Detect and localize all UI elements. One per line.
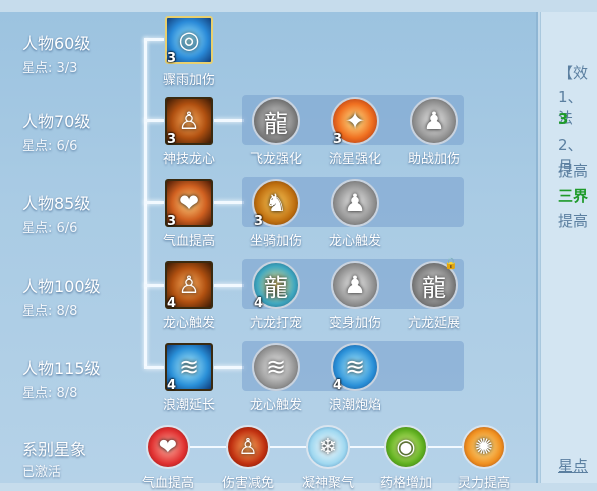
skill-count: 4 [167,296,177,311]
series-connector [268,446,308,448]
tier-level-70: 人物70级 [22,112,91,131]
star-footer: 星点 [558,457,589,475]
tier-level-85: 人物85级 [22,194,91,213]
skill-count: 3 [167,132,177,147]
connector-r2-b [214,119,244,122]
skill-slot[interactable]: ♙ 3 [165,97,213,147]
series-item-name: 灵力提高 [457,476,510,491]
effect-value: 三界 [558,187,589,205]
skill-name: 流星强化 [328,152,381,167]
connector-r4 [144,284,164,287]
tier-stars-100: 星点: 8/8 [22,304,78,319]
series-status: 已激活 [22,465,62,480]
skill-name: 浪潮延长 [162,398,215,413]
series-connector [188,446,228,448]
skill-name: 变身加伤 [328,316,381,331]
skill-name: 神技龙心 [162,152,215,167]
series-item-name: 气血提高 [141,476,194,491]
skill-slot[interactable]: ≋ [252,343,300,391]
skill-count: 3 [167,214,177,229]
skill-slot[interactable]: ♞ 3 [252,179,300,229]
figure-icon: ♟ [410,97,458,145]
effect-value: 3 [558,110,569,128]
effect-header: 【效 [558,64,589,82]
connector-r4-b [214,284,244,287]
tier-level-100: 人物100级 [22,277,101,296]
skill-slot[interactable]: ♟ [331,179,379,227]
effect-line: 提高 [558,162,589,180]
effect-line: 提高 [558,212,589,230]
spirit-figure-icon[interactable]: ❄ [306,425,350,469]
skill-name: 龙心触发 [162,316,215,331]
tier-stars-60: 星点: 3/3 [22,61,78,76]
lock-icon: 🔒 [444,257,458,270]
spirit-burst-icon[interactable]: ✺ [462,425,506,469]
tier-stars-70: 星点: 6/6 [22,139,78,154]
skill-slot[interactable]: ❤ 3 [165,179,213,229]
skill-name: 亢龙延展 [407,316,460,331]
skill-name: 骤雨加伤 [162,73,215,88]
connector-r5 [144,366,164,369]
tier-level-60: 人物60级 [22,34,91,53]
shield-figure-icon[interactable]: ♙ [226,425,270,469]
skill-count: 3 [333,132,343,147]
skill-slot[interactable]: ✦ 3 [331,97,379,147]
tier-stars-115: 星点: 8/8 [22,386,78,401]
connector-r3 [144,201,164,204]
skill-slot[interactable]: ≋ 4 [331,343,379,393]
skill-name: 气血提高 [162,234,215,249]
skill-name: 助战加伤 [407,152,460,167]
heart-icon[interactable]: ❤ [146,425,190,469]
series-item-name: 凝神聚气 [301,476,354,491]
skill-name: 亢龙打宠 [249,316,302,331]
connector-r2 [144,119,164,122]
tier-level-115: 人物115级 [22,359,101,378]
skill-slot[interactable]: 龍 🔒 [410,257,458,309]
figure-icon: ♟ [331,261,379,309]
skill-name: 龙心触发 [249,398,302,413]
pill-icon[interactable]: ◉ [384,425,428,469]
tier-stars-85: 星点: 6/6 [22,221,78,236]
skill-slot[interactable]: 龍 4 [252,261,300,311]
skill-count: 3 [167,51,177,66]
series-item-name: 药格增加 [379,476,432,491]
skill-count: 4 [333,378,343,393]
dragon-icon: 龍 [252,97,300,145]
figure-icon: ♟ [331,179,379,227]
skill-slot[interactable]: ♟ [410,97,458,145]
skill-name: 浪潮炮焰 [328,398,381,413]
skill-slot[interactable]: ♟ [331,261,379,309]
skill-slot[interactable]: ≋ 4 [165,343,213,393]
connector-r3-b [214,201,244,204]
skill-count: 3 [254,214,264,229]
series-connector [348,446,388,448]
connector-r5-b [214,366,244,369]
skill-slot[interactable]: ♙ 4 [165,261,213,311]
connector-r1 [144,38,164,41]
skill-name: 飞龙强化 [249,152,302,167]
skill-slot[interactable]: 龍 [252,97,300,145]
skill-count: 4 [254,296,264,311]
skill-slot[interactable]: ◎ 3 [165,16,213,66]
skill-count: 4 [167,378,177,393]
skill-name: 龙心触发 [328,234,381,249]
skill-name: 坐骑加伤 [249,234,302,249]
series-item-name: 伤害减免 [221,476,274,491]
wave-icon: ≋ [252,343,300,391]
series-title: 系别星象 [22,440,87,459]
